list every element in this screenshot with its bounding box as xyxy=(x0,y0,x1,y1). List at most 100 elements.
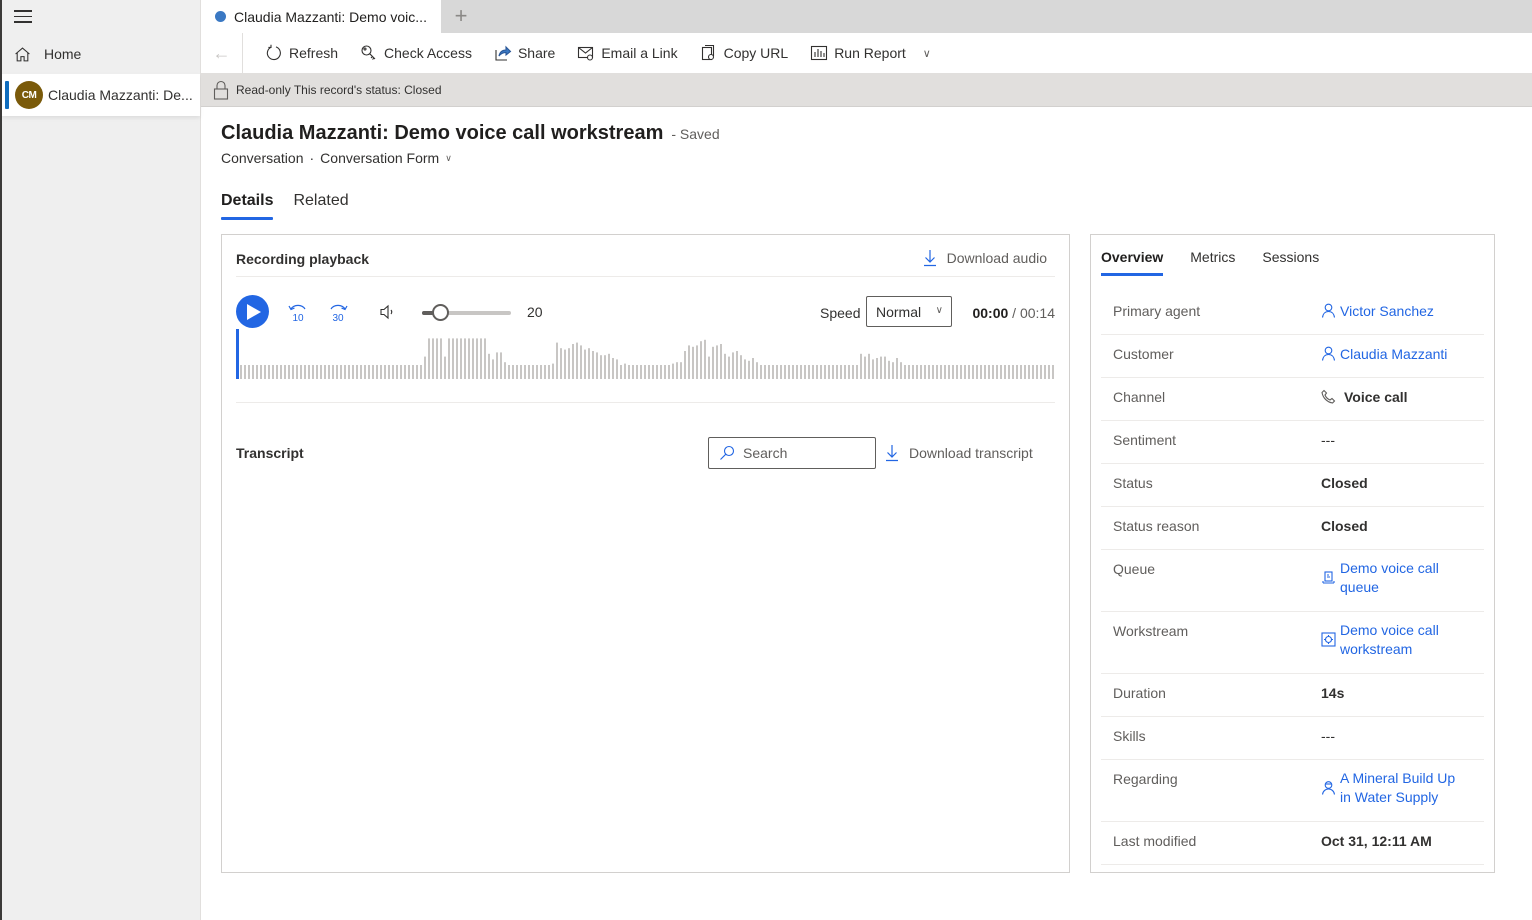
waveform-bar xyxy=(960,365,962,379)
transcript-search-input[interactable]: Search xyxy=(708,437,876,469)
download-audio-button[interactable]: Download audio xyxy=(923,249,1047,267)
waveform-bar xyxy=(640,365,642,379)
check-access-button[interactable]: Check Access xyxy=(349,33,483,73)
waveform-bar xyxy=(632,365,634,379)
waveform-bar xyxy=(360,365,362,379)
volume-slider[interactable] xyxy=(422,304,511,321)
skip-back-10-icon[interactable]: 10 xyxy=(287,301,309,323)
waveform-bar xyxy=(256,365,258,379)
waveform-bar xyxy=(1016,365,1018,379)
field-value-text[interactable]: Claudia Mazzanti xyxy=(1340,346,1447,362)
entity-name: Conversation xyxy=(221,150,304,166)
tab-metrics[interactable]: Metrics xyxy=(1190,249,1235,275)
waveform-bar xyxy=(944,365,946,379)
separator: · xyxy=(309,150,315,166)
waveform-bar xyxy=(408,365,410,379)
field-value-text[interactable]: Demo voice call workstream xyxy=(1340,621,1439,659)
field-value-text[interactable]: Demo voice call queue xyxy=(1340,559,1439,597)
waveform-bar xyxy=(300,365,302,379)
waveform-bar xyxy=(528,365,530,379)
recording-card: Recording playback Download audio 10 30 xyxy=(221,234,1070,873)
waveform-bar xyxy=(672,363,674,379)
waveform-bar xyxy=(868,353,870,379)
waveform-bar xyxy=(380,365,382,379)
run-report-chevron-icon[interactable]: ∨ xyxy=(917,47,937,60)
field-value[interactable]: Demo voice call queue xyxy=(1321,550,1484,611)
field-value-text[interactable]: A Mineral Build Up in Water Supply xyxy=(1340,769,1455,807)
field-value[interactable]: Claudia Mazzanti xyxy=(1321,335,1484,377)
waveform-bar xyxy=(348,365,350,379)
field-value[interactable]: Demo voice call workstream xyxy=(1321,612,1484,673)
email-link-button[interactable]: Email a Link xyxy=(566,33,688,73)
nav-session-item[interactable]: CM Claudia Mazzanti: De... xyxy=(2,74,200,116)
waveform-bar xyxy=(912,365,914,379)
tab-related[interactable]: Related xyxy=(293,192,348,218)
waveform-bar xyxy=(268,365,270,379)
field-value[interactable]: Victor Sanchez xyxy=(1321,292,1484,334)
nav-home[interactable]: Home xyxy=(14,42,81,66)
waveform-bar xyxy=(608,353,610,379)
form-selector[interactable]: Conversation Form ∨ xyxy=(320,150,452,166)
play-icon xyxy=(247,303,261,320)
waveform-bar xyxy=(1048,365,1050,379)
waveform-bar xyxy=(812,365,814,379)
volume-slider-thumb[interactable] xyxy=(431,304,449,321)
waveform-bar xyxy=(272,365,274,379)
tab-overview[interactable]: Overview xyxy=(1101,249,1164,276)
tab-sessions[interactable]: Sessions xyxy=(1262,249,1319,275)
waveform-bar xyxy=(916,365,918,379)
play-button[interactable] xyxy=(236,295,269,328)
copy-url-button[interactable]: Copy URL xyxy=(689,33,800,73)
waveform-bar xyxy=(416,365,418,379)
key-search-icon xyxy=(361,45,376,60)
waveform-bar xyxy=(448,338,450,379)
waveform-bar xyxy=(612,358,614,379)
waveform-bar xyxy=(580,345,582,379)
waveform-bar xyxy=(652,365,654,379)
waveform-bar xyxy=(956,365,958,379)
waveform-bar xyxy=(688,345,690,379)
case-icon xyxy=(1321,771,1336,795)
waveform-bar xyxy=(884,356,886,379)
volume-icon[interactable] xyxy=(379,303,397,321)
waveform-bar xyxy=(992,365,994,379)
playhead[interactable] xyxy=(236,329,239,379)
field-value-text[interactable]: Victor Sanchez xyxy=(1340,303,1434,319)
waveform-bar xyxy=(344,365,346,379)
waveform-bar xyxy=(804,365,806,379)
field-value-line: in Water Supply xyxy=(1340,789,1439,805)
waveform-bar xyxy=(312,365,314,379)
back-button[interactable]: ← xyxy=(201,33,243,73)
download-transcript-button[interactable]: Download transcript xyxy=(885,444,1033,462)
form-name: Conversation Form xyxy=(320,150,440,166)
speed-select[interactable]: Normal ∨ xyxy=(866,296,952,327)
waveform-bar xyxy=(308,365,310,379)
waveform-bar xyxy=(932,365,934,379)
field-row-primary-agent: Primary agent Victor Sanchez xyxy=(1101,292,1484,335)
waveform-bar xyxy=(856,365,858,379)
tab-details[interactable]: Details xyxy=(221,192,274,220)
audio-waveform[interactable] xyxy=(236,329,1056,379)
field-row-sentiment: Sentiment --- xyxy=(1101,421,1484,464)
run-report-button[interactable]: Run Report xyxy=(799,33,917,73)
tab-conversation[interactable]: Claudia Mazzanti: Demo voic... xyxy=(201,0,441,33)
field-value-line: Demo voice call xyxy=(1340,560,1439,576)
hamburger-menu-icon[interactable] xyxy=(14,10,32,24)
waveform-bar xyxy=(464,338,466,379)
skip-forward-30-icon[interactable]: 30 xyxy=(327,301,349,323)
add-tab-button[interactable]: + xyxy=(447,4,475,28)
share-button[interactable]: Share xyxy=(483,33,566,73)
chevron-down-icon: ∨ xyxy=(935,305,943,316)
waveform-bar xyxy=(284,365,286,379)
copy-url-icon xyxy=(701,44,714,61)
waveform-bar xyxy=(1036,365,1038,379)
search-placeholder: Search xyxy=(743,445,788,461)
waveform-bar xyxy=(260,365,262,379)
report-icon xyxy=(811,45,828,61)
field-value-text: 14s xyxy=(1321,685,1345,701)
field-value[interactable]: A Mineral Build Up in Water Supply xyxy=(1321,760,1484,821)
playback-controls: 10 30 20 Speed Normal ∨ 00:00 / 00:14 xyxy=(236,295,1055,329)
refresh-button[interactable]: Refresh xyxy=(254,33,349,73)
download-icon xyxy=(886,445,898,462)
waveform-bar xyxy=(324,365,326,379)
